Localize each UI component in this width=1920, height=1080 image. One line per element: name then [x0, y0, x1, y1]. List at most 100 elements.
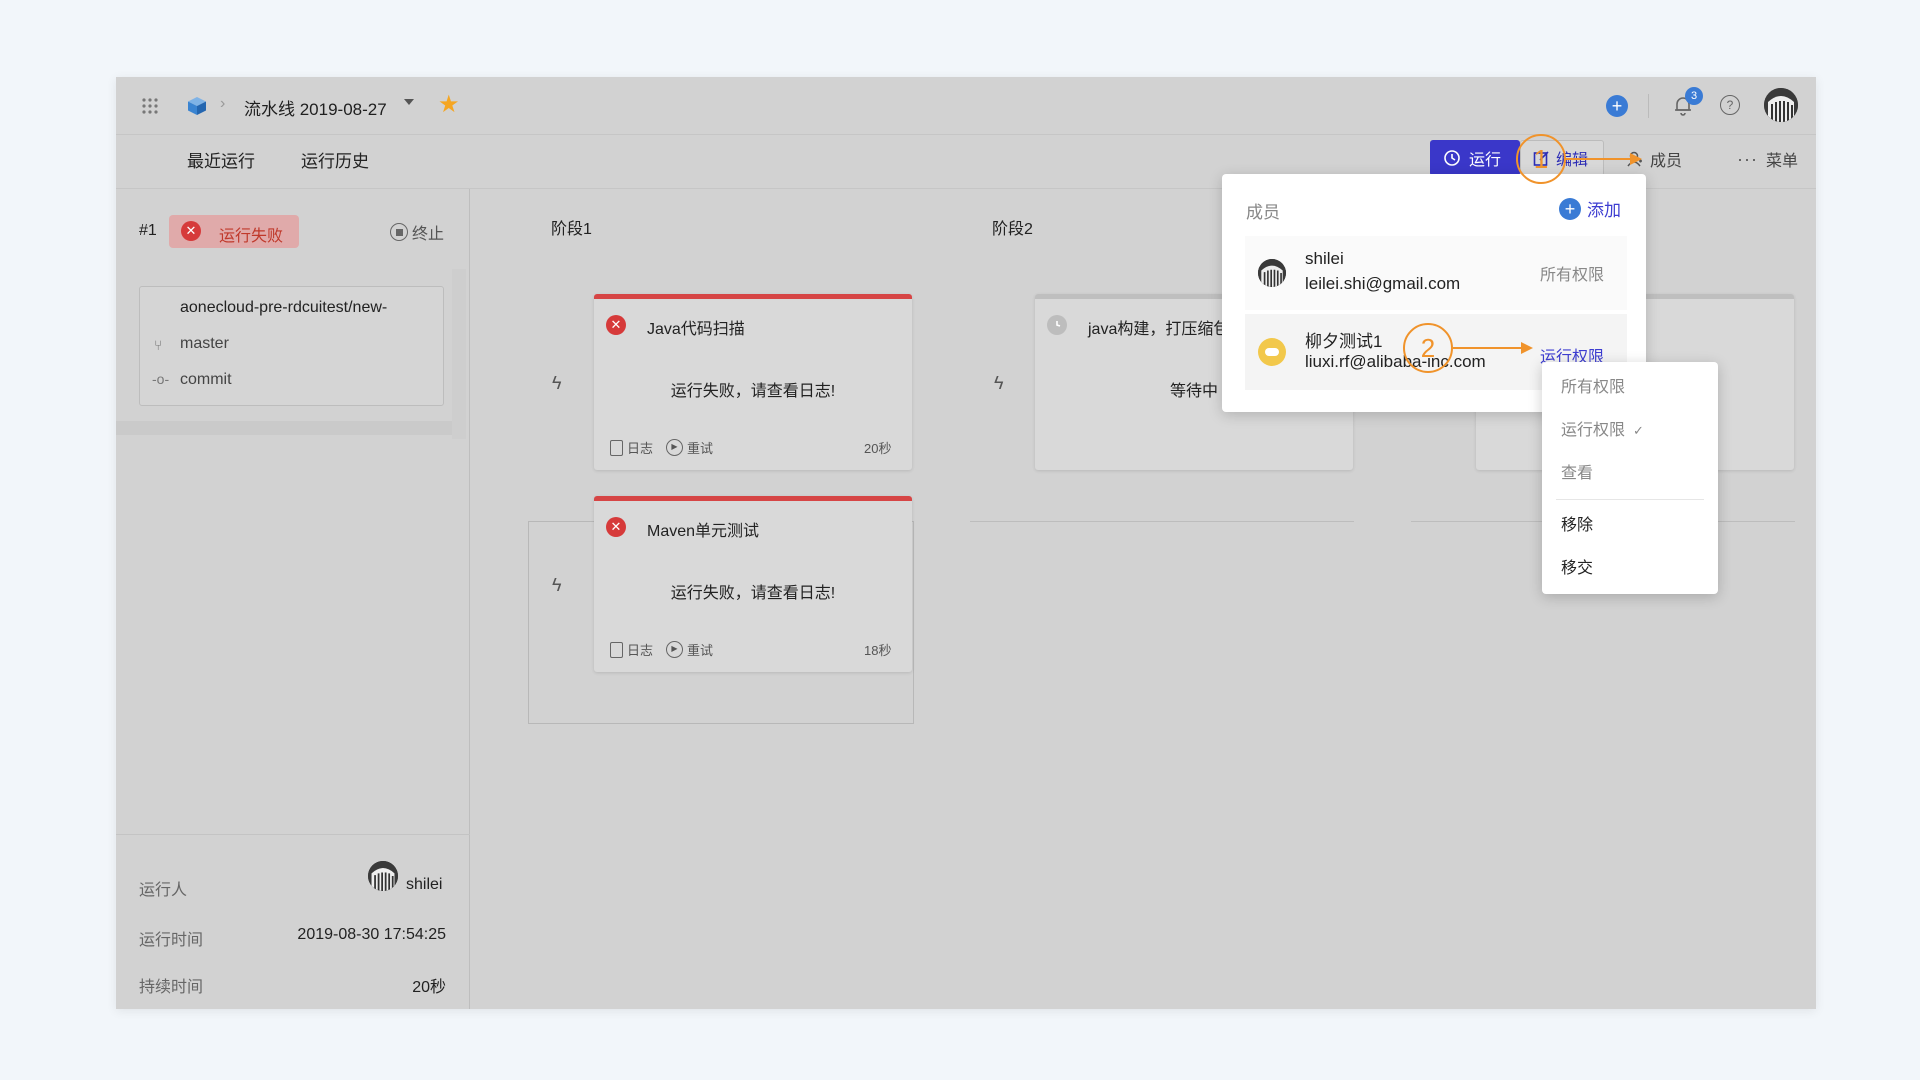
status-bar: [594, 496, 912, 501]
run-time-label: 运行时间: [139, 932, 204, 949]
tab-run-history[interactable]: 运行历史: [301, 135, 369, 189]
retry-link[interactable]: ▶ 重试: [666, 640, 713, 659]
status-bar: [594, 294, 912, 299]
job-name: Java代码扫描: [647, 321, 745, 338]
role-option-label: 运行权限: [1561, 422, 1626, 439]
job-duration: 18秒: [864, 643, 892, 658]
error-icon: ✕: [606, 315, 626, 335]
duration-label: 持续时间: [139, 979, 204, 996]
avatar: [1258, 259, 1286, 287]
play-icon: ▶: [666, 439, 683, 456]
error-icon: ✕: [181, 221, 201, 241]
divider: [116, 421, 452, 435]
pipeline-title[interactable]: 流水线 2019-08-27: [244, 95, 387, 120]
runner-name: shilei: [406, 876, 443, 893]
log-icon: [610, 641, 623, 658]
repo-name[interactable]: aonecloud-pre-rdcuitest/new-: [180, 299, 387, 317]
divider: [1648, 94, 1649, 118]
source-box: aonecloud-pre-rdcuitest/new- ⑂ master -o…: [139, 286, 444, 406]
add-member-button[interactable]: + 添加: [1559, 196, 1621, 221]
run-button-label: 运行: [1469, 152, 1502, 169]
clock-icon: [1444, 150, 1460, 166]
stage-title: 阶段1: [551, 221, 592, 238]
stop-icon: [390, 223, 408, 241]
commit-label[interactable]: commit: [180, 371, 232, 389]
retry-label: 重试: [687, 441, 714, 456]
job-duration: 20秒: [864, 441, 892, 456]
stop-button[interactable]: 终止: [390, 220, 444, 244]
job-card[interactable]: ✕ Java代码扫描 运行失败，请查看日志! 日志 ▶ 重试 20秒: [594, 294, 912, 470]
log-link[interactable]: 日志: [610, 438, 653, 457]
check-icon: ✓: [1633, 423, 1644, 438]
log-label: 日志: [627, 441, 654, 456]
role-option-view[interactable]: 查看: [1542, 454, 1718, 494]
log-icon: [610, 439, 623, 456]
divider: [1556, 499, 1704, 500]
waiting-clock-icon: [1047, 315, 1067, 335]
trigger-bolt-icon[interactable]: ϟ: [994, 373, 1004, 394]
member-role: 所有权限: [1540, 267, 1605, 284]
plus-circle-icon[interactable]: +: [1606, 95, 1628, 117]
run-number: #1: [139, 222, 157, 239]
retry-label: 重试: [687, 643, 714, 658]
avatar: [368, 861, 398, 891]
notification-badge: 3: [1685, 87, 1703, 105]
add-member-label: 添加: [1587, 201, 1621, 220]
tab-recent-runs[interactable]: 最近运行: [187, 135, 255, 189]
duration-value: 20秒: [412, 979, 446, 996]
more-dots-icon: ···: [1737, 149, 1758, 169]
plus-circle-icon: +: [1559, 197, 1581, 220]
role-option-all[interactable]: 所有权限: [1542, 368, 1718, 408]
job-name: Maven单元测试: [647, 523, 760, 540]
transfer-owner-action[interactable]: 移交: [1542, 549, 1718, 589]
scrollbar[interactable]: [452, 269, 466, 439]
role-dropdown: 所有权限 运行权限 ✓ 查看 移除 移交: [1542, 362, 1718, 594]
job-card[interactable]: ✕ Maven单元测试 运行失败，请查看日志! 日志 ▶ 重试 18秒: [594, 496, 912, 672]
log-label: 日志: [627, 643, 654, 658]
role-option-run[interactable]: 运行权限 ✓: [1542, 411, 1718, 451]
menu-button-label: 菜单: [1765, 153, 1798, 170]
branch-icon: ⑂: [154, 337, 163, 353]
runner-label: 运行人: [139, 882, 188, 899]
trigger-bolt-icon[interactable]: ϟ: [552, 373, 562, 394]
top-bar: › 流水线 2019-08-27 ★ + 3 ?: [116, 77, 1816, 135]
annotation-arrow-icon: [1453, 342, 1533, 354]
job-message: 运行失败，请查看日志!: [670, 585, 836, 602]
play-icon: ▶: [666, 641, 683, 658]
error-icon: ✕: [606, 517, 626, 537]
divider: [970, 521, 1354, 522]
commit-icon: -o-: [152, 371, 170, 387]
job-message: 运行失败，请查看日志!: [670, 383, 836, 400]
help-icon[interactable]: ?: [1720, 95, 1740, 115]
branch-name: master: [180, 335, 229, 352]
cube-logo-icon[interactable]: [185, 94, 209, 118]
divider: [116, 834, 470, 835]
menu-button[interactable]: ··· 菜单: [1737, 147, 1798, 171]
chevron-down-icon[interactable]: [404, 99, 414, 105]
annotation-marker: 2: [1403, 323, 1453, 373]
remove-member-action[interactable]: 移除: [1542, 506, 1718, 546]
run-button[interactable]: 运行: [1430, 140, 1520, 176]
member-row[interactable]: shilei leilei.shi@gmail.com 所有权限: [1245, 236, 1627, 310]
job-name: java构建，打压缩包: [1088, 321, 1230, 338]
star-icon[interactable]: ★: [438, 91, 460, 119]
status-badge: ✕ 运行失败: [169, 215, 299, 248]
member-name: 柳夕测试1: [1305, 332, 1383, 351]
retry-link[interactable]: ▶ 重试: [666, 438, 713, 457]
annotation-marker: 1: [1516, 134, 1566, 184]
breadcrumb-separator-icon: ›: [220, 95, 226, 112]
log-link[interactable]: 日志: [610, 640, 653, 659]
member-name: shilei: [1305, 249, 1344, 268]
run-time-value: 2019-08-30 17:54:25: [297, 926, 446, 943]
status-text: 运行失败: [219, 228, 284, 245]
stop-label: 终止: [412, 226, 445, 243]
popover-title: 成员: [1246, 203, 1280, 222]
avatar[interactable]: [1764, 88, 1798, 122]
trigger-bolt-icon[interactable]: ϟ: [552, 575, 562, 596]
member-email: leilei.shi@gmail.com: [1305, 274, 1461, 293]
run-summary-panel: #1 ✕ 运行失败 终止 aonecloud-pre-rdcuitest/new…: [116, 189, 470, 1009]
stage-title: 阶段2: [992, 221, 1033, 238]
avatar: [1258, 338, 1286, 366]
apps-grid-icon[interactable]: [140, 96, 160, 116]
annotation-arrow-icon: [1566, 153, 1642, 165]
